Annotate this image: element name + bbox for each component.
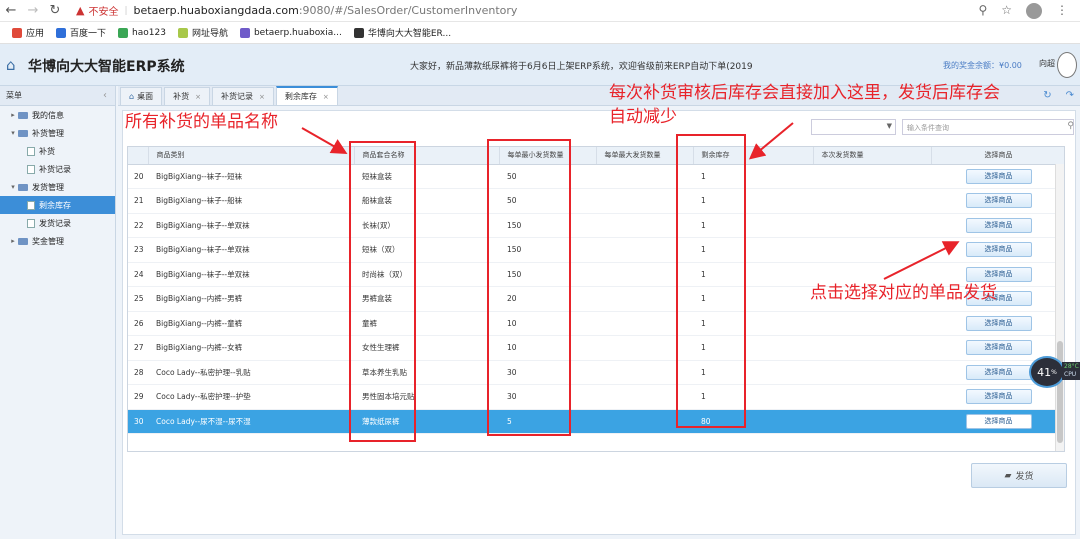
arrow-to-stock xyxy=(748,122,794,160)
arrow-to-names xyxy=(301,127,348,154)
annotation-arrows xyxy=(301,122,960,280)
arrow-to-pick xyxy=(883,241,960,280)
